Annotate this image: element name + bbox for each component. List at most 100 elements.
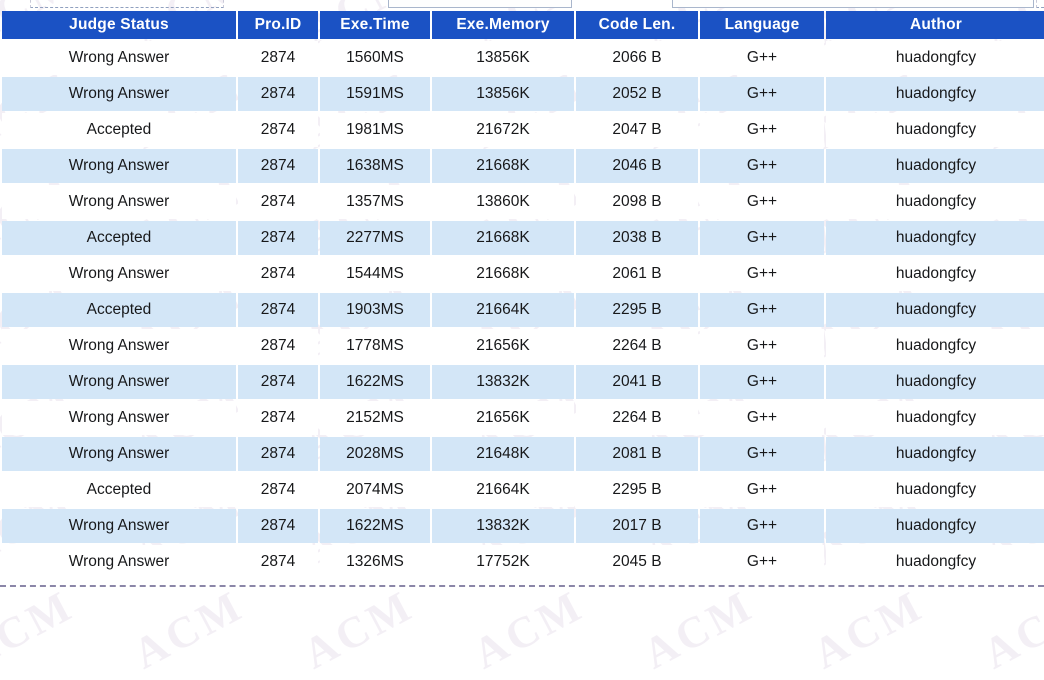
- cell-code-len[interactable]: 2295 B: [576, 473, 698, 507]
- cell-author[interactable]: huadongfcy: [826, 41, 1044, 75]
- cell-code-len[interactable]: 2038 B: [576, 221, 698, 255]
- cell-author[interactable]: huadongfcy: [826, 257, 1044, 291]
- cell-language: G++: [700, 293, 824, 327]
- cell-pro-id[interactable]: 2874: [238, 509, 318, 543]
- table-row: Wrong Answer 2874 1544MS 21668K 2061 B G++ hua…: [2, 257, 1044, 291]
- cell-code-len[interactable]: 2098 B: [576, 185, 698, 219]
- cell-code-len[interactable]: 2046 B: [576, 149, 698, 183]
- cell-judge-status[interactable]: Wrong Answer: [2, 545, 236, 579]
- cell-code-len[interactable]: 2041 B: [576, 365, 698, 399]
- cell-pro-id[interactable]: 2874: [238, 293, 318, 327]
- cell-exe-time: 2074MS: [320, 473, 430, 507]
- cell-pro-id[interactable]: 2874: [238, 437, 318, 471]
- cell-code-len[interactable]: 2017 B: [576, 509, 698, 543]
- table-row: Accepted 2874 2074MS 21664K 2295 B G++ huadong…: [2, 473, 1044, 507]
- cell-exe-time: 1778MS: [320, 329, 430, 363]
- cell-exe-time: 1981MS: [320, 113, 430, 147]
- cell-author[interactable]: huadongfcy: [826, 545, 1044, 579]
- cell-author[interactable]: huadongfcy: [826, 509, 1044, 543]
- cell-exe-memory: 13856K: [432, 41, 574, 75]
- cell-judge-status[interactable]: Wrong Answer: [2, 509, 236, 543]
- cell-judge-status[interactable]: Wrong Answer: [2, 437, 236, 471]
- cell-exe-time: 1622MS: [320, 509, 430, 543]
- cell-pro-id[interactable]: 2874: [238, 221, 318, 255]
- cell-code-len[interactable]: 2045 B: [576, 545, 698, 579]
- cell-judge-status[interactable]: Wrong Answer: [2, 365, 236, 399]
- table-body: Wrong Answer 2874 1560MS 13856K 2066 B G++ hua…: [2, 41, 1044, 579]
- cell-code-len[interactable]: 2081 B: [576, 437, 698, 471]
- cell-judge-status[interactable]: Accepted: [2, 113, 236, 147]
- column-header-judge-status[interactable]: Judge Status: [2, 11, 236, 39]
- cell-author[interactable]: huadongfcy: [826, 185, 1044, 219]
- cell-code-len[interactable]: 2052 B: [576, 77, 698, 111]
- cell-pro-id[interactable]: 2874: [238, 41, 318, 75]
- cell-pro-id[interactable]: 2874: [238, 329, 318, 363]
- cell-judge-status[interactable]: Wrong Answer: [2, 77, 236, 111]
- cell-language: G++: [700, 221, 824, 255]
- cell-judge-status[interactable]: Wrong Answer: [2, 329, 236, 363]
- cell-author[interactable]: huadongfcy: [826, 365, 1044, 399]
- column-header-language[interactable]: Language: [700, 11, 824, 39]
- cell-exe-memory: 21672K: [432, 113, 574, 147]
- cell-pro-id[interactable]: 2874: [238, 113, 318, 147]
- cell-code-len[interactable]: 2264 B: [576, 329, 698, 363]
- cell-pro-id[interactable]: 2874: [238, 365, 318, 399]
- cell-pro-id[interactable]: 2874: [238, 257, 318, 291]
- cell-judge-status[interactable]: Wrong Answer: [2, 185, 236, 219]
- column-header-exe-memory[interactable]: Exe.Memory: [432, 11, 574, 39]
- cell-exe-memory: 21648K: [432, 437, 574, 471]
- cell-author[interactable]: huadongfcy: [826, 437, 1044, 471]
- column-header-code-len[interactable]: Code Len.: [576, 11, 698, 39]
- cell-judge-status[interactable]: Wrong Answer: [2, 401, 236, 435]
- cell-author[interactable]: huadongfcy: [826, 149, 1044, 183]
- cell-language: G++: [700, 257, 824, 291]
- cell-exe-time: 2028MS: [320, 437, 430, 471]
- cell-pro-id[interactable]: 2874: [238, 473, 318, 507]
- table-row: Wrong Answer 2874 1778MS 21656K 2264 B G++ hua…: [2, 329, 1044, 363]
- cell-exe-memory: 13856K: [432, 77, 574, 111]
- cell-judge-status[interactable]: Accepted: [2, 221, 236, 255]
- cell-author[interactable]: huadongfcy: [826, 113, 1044, 147]
- cell-author[interactable]: huadongfcy: [826, 293, 1044, 327]
- cell-pro-id[interactable]: 2874: [238, 149, 318, 183]
- cell-code-len[interactable]: 2295 B: [576, 293, 698, 327]
- cell-exe-memory: 21668K: [432, 149, 574, 183]
- cell-pro-id[interactable]: 2874: [238, 545, 318, 579]
- cell-author[interactable]: huadongfcy: [826, 401, 1044, 435]
- cell-pro-id[interactable]: 2874: [238, 185, 318, 219]
- cell-language: G++: [700, 401, 824, 435]
- column-header-exe-time[interactable]: Exe.Time: [320, 11, 430, 39]
- cell-judge-status[interactable]: Accepted: [2, 473, 236, 507]
- cell-exe-memory: 21656K: [432, 329, 574, 363]
- cell-language: G++: [700, 329, 824, 363]
- cell-code-len[interactable]: 2061 B: [576, 257, 698, 291]
- cell-exe-time: 1638MS: [320, 149, 430, 183]
- column-header-author[interactable]: Author: [826, 11, 1044, 39]
- cell-author[interactable]: huadongfcy: [826, 473, 1044, 507]
- filter-problem-select[interactable]: [30, 0, 224, 8]
- filter-search-button[interactable]: [1036, 0, 1044, 8]
- cell-language: G++: [700, 77, 824, 111]
- cell-code-len[interactable]: 2047 B: [576, 113, 698, 147]
- cell-pro-id[interactable]: 2874: [238, 401, 318, 435]
- cell-pro-id[interactable]: 2874: [238, 77, 318, 111]
- cell-exe-memory: 13860K: [432, 185, 574, 219]
- cell-code-len[interactable]: 2066 B: [576, 41, 698, 75]
- cell-judge-status[interactable]: Wrong Answer: [2, 257, 236, 291]
- cell-exe-memory: 21656K: [432, 401, 574, 435]
- filter-user-input[interactable]: [388, 0, 572, 8]
- cell-author[interactable]: huadongfcy: [826, 329, 1044, 363]
- column-header-pro-id[interactable]: Pro.ID: [238, 11, 318, 39]
- filter-language-select[interactable]: [672, 0, 1034, 8]
- cell-judge-status[interactable]: Accepted: [2, 293, 236, 327]
- table-row: Wrong Answer 2874 1591MS 13856K 2052 B G++ hua…: [2, 77, 1044, 111]
- cell-exe-time: 1903MS: [320, 293, 430, 327]
- cell-judge-status[interactable]: Wrong Answer: [2, 149, 236, 183]
- cell-language: G++: [700, 41, 824, 75]
- cell-judge-status[interactable]: Wrong Answer: [2, 41, 236, 75]
- cell-language: G++: [700, 185, 824, 219]
- cell-author[interactable]: huadongfcy: [826, 77, 1044, 111]
- cell-code-len[interactable]: 2264 B: [576, 401, 698, 435]
- cell-author[interactable]: huadongfcy: [826, 221, 1044, 255]
- cell-exe-time: 1622MS: [320, 365, 430, 399]
